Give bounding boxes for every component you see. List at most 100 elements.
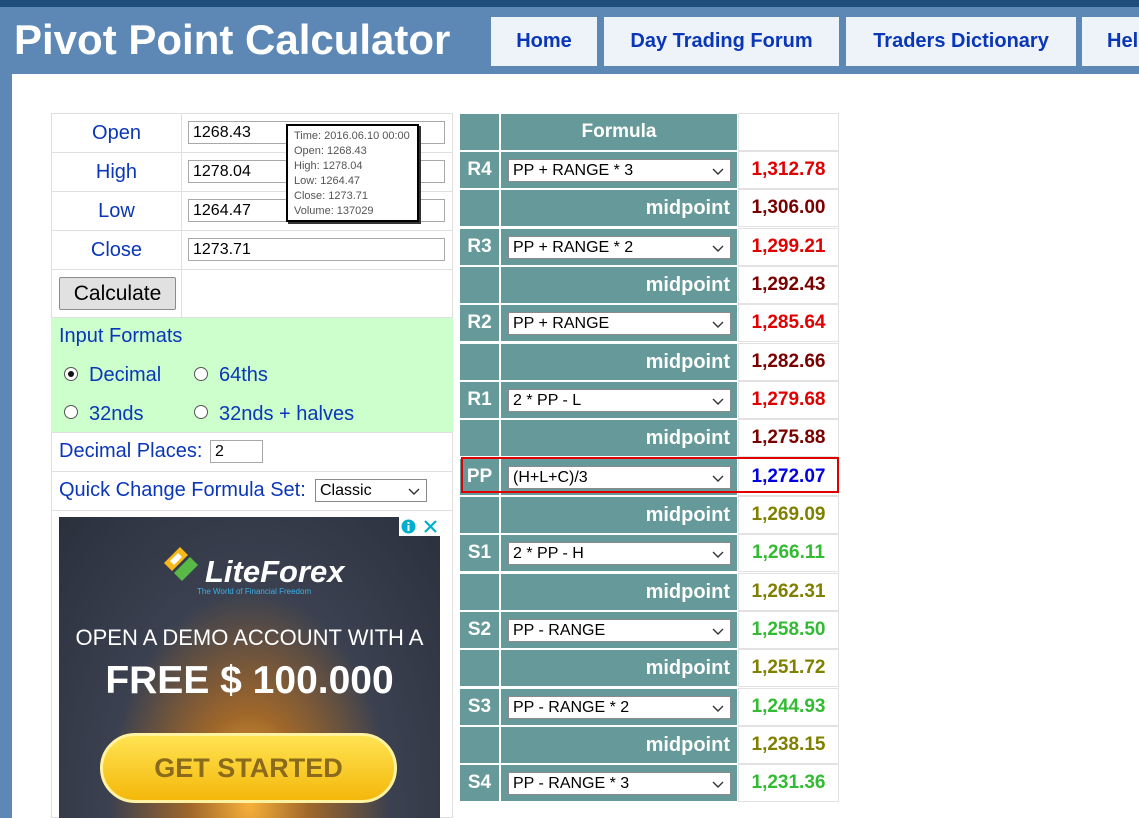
midpoint-value-r3: 1,292.43 [738, 266, 839, 304]
formula-value-s3: PP - RANGE * 2 [513, 698, 630, 716]
formula-value-r2: PP + RANGE [513, 314, 610, 332]
midpoint-blank [459, 419, 500, 457]
ad-headline: OPEN A DEMO ACCOUNT WITH A [75, 625, 424, 650]
formula-select-r1[interactable]: 2 * PP - L [508, 389, 731, 412]
formula-value-s2: PP - RANGE [513, 621, 606, 639]
midpoint-label: midpoint [500, 343, 738, 381]
level-value-r1: 1,279.68 [738, 381, 839, 419]
level-label-s2: S2 [459, 611, 500, 649]
formula-select-r3[interactable]: PP + RANGE * 2 [508, 236, 731, 259]
midpoint-label: midpoint [500, 726, 738, 764]
nav-home[interactable]: Home [491, 17, 597, 66]
chevron-down-icon [712, 475, 724, 482]
level-value-r4: 1,312.78 [738, 151, 839, 189]
formula-select-s4[interactable]: PP - RANGE * 3 [508, 772, 731, 795]
formula-cell-pp: (H+L+C)/3 [500, 458, 738, 496]
midpoint-value-s2: 1,251.72 [738, 649, 839, 687]
chevron-down-icon [712, 245, 724, 252]
midpoint-value-s3: 1,238.15 [738, 726, 839, 764]
site-title: Pivot Point Calculator [14, 16, 451, 63]
tooltip-volume: Volume: 137029 [294, 205, 374, 217]
chevron-down-icon [712, 551, 724, 558]
close-label: Close [90, 238, 143, 261]
decimal-radio[interactable] [64, 367, 78, 381]
level-label-s4: S4 [459, 764, 500, 802]
level-label-r4: R4 [459, 151, 500, 189]
formula-select-s1[interactable]: 2 * PP - H [508, 542, 731, 565]
formula-value-s4: PP - RANGE * 3 [513, 774, 630, 792]
level-label-r2: R2 [459, 304, 500, 342]
open-label: Open [92, 121, 141, 144]
ad-info-icon[interactable] [399, 517, 418, 536]
decimal-places-input[interactable]: 2 [210, 440, 263, 463]
formula-cell-s2: PP - RANGE [500, 611, 738, 649]
formula-cell-r3: PP + RANGE * 2 [500, 228, 738, 266]
thirty-seconds-label: 32nds [89, 403, 144, 425]
calculate-button[interactable]: Calculate [59, 277, 176, 310]
level-value-s3: 1,244.93 [738, 688, 839, 726]
level-value-s1: 1,266.11 [738, 534, 839, 572]
formula-select-s2[interactable]: PP - RANGE [508, 619, 731, 642]
close-input[interactable]: 1273.71 [188, 238, 445, 261]
formula-select-s3[interactable]: PP - RANGE * 2 [508, 696, 731, 719]
sixty-fourths-label: 64ths [219, 364, 268, 386]
midpoint-blank [459, 573, 500, 611]
level-value-pp: 1,272.07 [738, 458, 839, 496]
chevron-down-icon [712, 705, 724, 712]
value-header-blank [738, 113, 839, 151]
midpoint-blank [459, 496, 500, 534]
formula-cell-r4: PP + RANGE * 3 [500, 151, 738, 189]
calculate-spacer-cell [181, 269, 453, 318]
ad-close-icon[interactable] [421, 517, 440, 536]
tooltip-open: Open: 1268.43 [294, 145, 367, 157]
sixty-fourths-radio[interactable] [194, 367, 208, 381]
formula-cell-s4: PP - RANGE * 3 [500, 764, 738, 802]
midpoint-value-r2: 1,282.66 [738, 343, 839, 381]
chevron-down-icon [408, 488, 420, 495]
tooltip-close: Close: 1273.71 [294, 190, 368, 202]
formula-cell-s3: PP - RANGE * 2 [500, 688, 738, 726]
level-value-r3: 1,299.21 [738, 228, 839, 266]
formula-select-r2[interactable]: PP + RANGE [508, 312, 731, 335]
formula-header: Formula [500, 113, 738, 151]
midpoint-value-r1: 1,275.88 [738, 419, 839, 457]
advertisement[interactable]: LiteForex The World of Financial Freedom… [59, 517, 440, 818]
ad-choices-badge[interactable] [399, 517, 440, 536]
low-label: Low [98, 199, 135, 222]
midpoint-value-s1: 1,262.31 [738, 573, 839, 611]
midpoint-value-pp: 1,269.09 [738, 496, 839, 534]
midpoint-blank [459, 343, 500, 381]
chevron-down-icon [712, 781, 724, 788]
formula-set-select[interactable]: Classic [315, 479, 427, 502]
midpoint-label: midpoint [500, 189, 738, 227]
formula-value-r4: PP + RANGE * 3 [513, 161, 634, 179]
liteforex-logo-icon [164, 547, 198, 581]
tooltip-time: Time: 2016.06.10 00:00 [294, 130, 410, 142]
midpoint-label: midpoint [500, 496, 738, 534]
midpoint-blank [459, 266, 500, 304]
formula-cell-r1: 2 * PP - L [500, 381, 738, 419]
header-topline [0, 0, 1139, 7]
ad-brand: LiteForex [205, 554, 345, 589]
level-label-s3: S3 [459, 688, 500, 726]
decimal-places-label: Decimal Places: [59, 440, 203, 462]
tooltip-low: Low: 1264.47 [294, 175, 361, 187]
formula-cell-r2: PP + RANGE [500, 304, 738, 342]
formula-cell-s1: 2 * PP - H [500, 534, 738, 572]
formula-select-r4[interactable]: PP + RANGE * 3 [508, 159, 731, 182]
midpoint-label: midpoint [500, 266, 738, 304]
ad-offer: FREE $ 100.000 [105, 659, 394, 702]
nav-day-trading-forum[interactable]: Day Trading Forum [604, 17, 839, 66]
thirty-seconds-radio[interactable] [64, 405, 78, 419]
midpoint-blank [459, 189, 500, 227]
thirty-seconds-halves-label: 32nds + halves [219, 403, 355, 425]
nav-help[interactable]: Hel [1082, 17, 1139, 66]
level-value-s4: 1,231.36 [738, 764, 839, 802]
nav-traders-dictionary[interactable]: Traders Dictionary [846, 17, 1076, 66]
midpoint-blank [459, 726, 500, 764]
formula-value-s1: 2 * PP - H [513, 544, 584, 562]
decimal-label: Decimal [89, 364, 162, 386]
thirty-seconds-halves-radio[interactable] [194, 405, 208, 419]
formula-select-pp[interactable]: (H+L+C)/3 [508, 466, 731, 489]
ad-get-started-button[interactable]: GET STARTED [100, 733, 397, 803]
